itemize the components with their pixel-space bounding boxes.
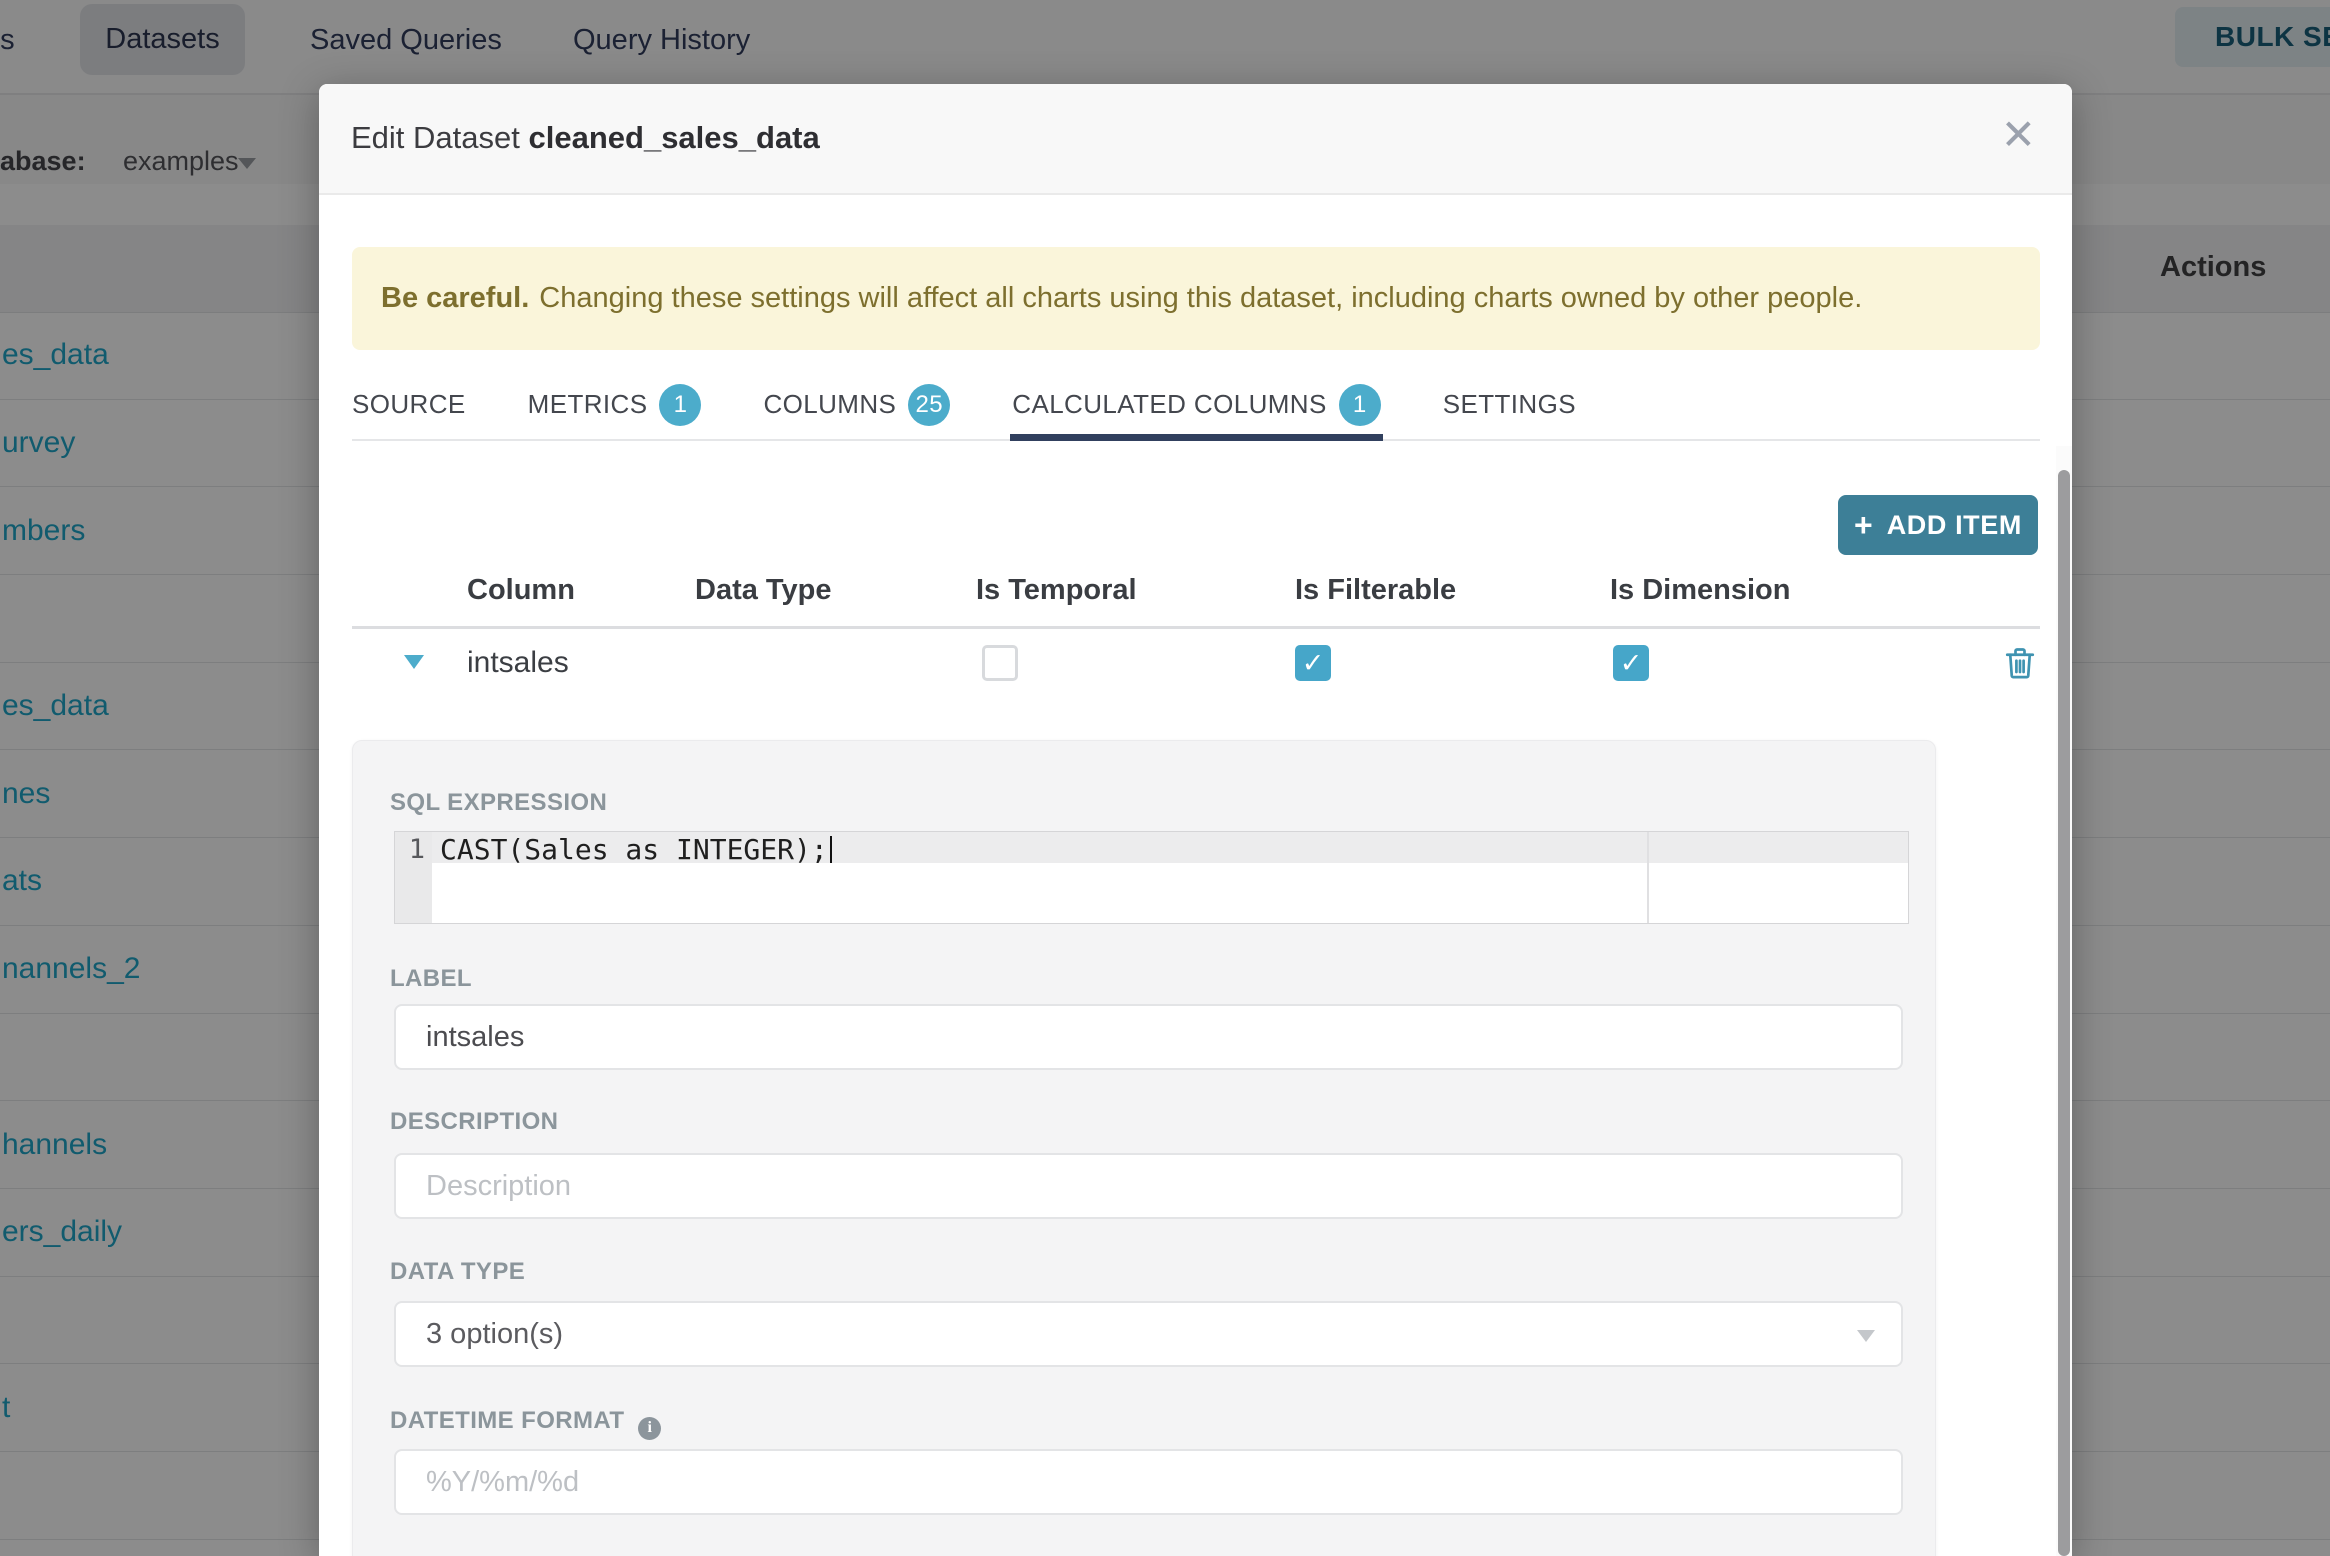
label-input[interactable] bbox=[394, 1004, 1903, 1070]
modal-scrollbar-track[interactable] bbox=[2056, 446, 2072, 1556]
modal-title-prefix: Edit Dataset bbox=[351, 120, 520, 155]
table-header-divider bbox=[352, 626, 2040, 629]
editor-gutter: 1 bbox=[395, 832, 432, 923]
column-detail-panel: SQL EXPRESSION 1 CAST(Sales as INTEGER);… bbox=[352, 740, 1936, 1556]
tab-settings[interactable]: SETTINGS bbox=[1443, 370, 1576, 439]
sql-code-line: CAST(Sales as INTEGER); bbox=[440, 833, 832, 866]
tab-source[interactable]: SOURCE bbox=[352, 370, 466, 439]
info-icon[interactable]: i bbox=[638, 1416, 662, 1440]
warning-banner: Be careful. Changing these settings will… bbox=[352, 247, 2040, 350]
plus-icon: + bbox=[1854, 507, 1873, 543]
is-filterable-header: Is Filterable bbox=[1295, 574, 1457, 606]
sql-expression-editor[interactable]: 1 CAST(Sales as INTEGER); bbox=[394, 831, 1909, 924]
delete-trash-icon[interactable] bbox=[2002, 644, 2038, 682]
calculated-columns-table: Column Data Type Is Temporal Is Filterab… bbox=[352, 564, 2040, 740]
description-input[interactable] bbox=[394, 1153, 1903, 1219]
editor-print-margin bbox=[1647, 832, 1649, 923]
tab-settings-label: SETTINGS bbox=[1442, 389, 1576, 419]
edit-dataset-modal: Edit Dataset cleaned_sales_data ✕ Be car… bbox=[319, 84, 2072, 1556]
column-name-cell: intsales bbox=[467, 646, 569, 679]
description-field-label: DESCRIPTION bbox=[390, 1108, 559, 1135]
tab-metrics[interactable]: METRICS 1 bbox=[528, 370, 702, 439]
tab-metrics-label: METRICS bbox=[527, 389, 648, 419]
add-item-button[interactable]: + ADD ITEM bbox=[1838, 495, 2038, 555]
add-item-label: ADD ITEM bbox=[1886, 509, 2022, 540]
warning-banner-lead: Be careful. bbox=[381, 282, 530, 314]
data-type-field-label: DATA TYPE bbox=[390, 1258, 526, 1285]
label-field-label: LABEL bbox=[390, 965, 472, 992]
is-dimension-header: Is Dimension bbox=[1610, 574, 1791, 606]
datetime-format-input[interactable] bbox=[394, 1449, 1903, 1515]
datetime-format-field-label: DATETIME FORMAT i bbox=[390, 1407, 662, 1440]
tab-source-label: SOURCE bbox=[352, 389, 466, 419]
modal-title: Edit Dataset cleaned_sales_data bbox=[351, 120, 820, 156]
data-type-header: Data Type bbox=[695, 574, 832, 606]
modal-header: Edit Dataset cleaned_sales_data ✕ bbox=[319, 84, 2072, 195]
sql-expression-label: SQL EXPRESSION bbox=[390, 789, 608, 816]
modal-scrollbar-thumb[interactable] bbox=[2058, 470, 2070, 1556]
tab-columns-label: COLUMNS bbox=[763, 389, 897, 419]
data-type-select[interactable]: 3 option(s) bbox=[394, 1301, 1903, 1367]
metrics-count-badge: 1 bbox=[659, 383, 702, 426]
select-caret-down-icon bbox=[1857, 1330, 1875, 1342]
text-cursor bbox=[829, 836, 832, 863]
calculated-columns-count-badge: 1 bbox=[1338, 383, 1381, 426]
sql-code-text: CAST(Sales as INTEGER); bbox=[440, 833, 828, 866]
is-temporal-header: Is Temporal bbox=[976, 574, 1137, 606]
check-icon: ✓ bbox=[1619, 647, 1643, 678]
warning-banner-text: Changing these settings will affect all … bbox=[539, 282, 1863, 314]
columns-count-badge: 25 bbox=[908, 383, 951, 426]
is-temporal-checkbox[interactable] bbox=[982, 645, 1018, 681]
check-icon: ✓ bbox=[1301, 647, 1325, 678]
datetime-format-label-text: DATETIME FORMAT bbox=[390, 1407, 625, 1434]
screen: es Datasets Saved Queries Query History … bbox=[0, 0, 2330, 1556]
tab-calculated-columns[interactable]: CALCULATED COLUMNS 1 bbox=[1010, 370, 1384, 441]
is-filterable-checkbox[interactable]: ✓ bbox=[1295, 645, 1331, 681]
close-icon[interactable]: ✕ bbox=[2001, 114, 2036, 156]
modal-tabs: SOURCE METRICS 1 COLUMNS 25 CALCULATED C… bbox=[352, 370, 2040, 441]
is-dimension-checkbox[interactable]: ✓ bbox=[1613, 645, 1649, 681]
modal-title-dataset-name: cleaned_sales_data bbox=[528, 120, 820, 155]
column-header: Column bbox=[467, 574, 575, 606]
tab-calculated-columns-label: CALCULATED COLUMNS bbox=[1012, 389, 1327, 419]
data-type-selected-value: 3 option(s) bbox=[426, 1317, 564, 1350]
row-expand-caret-icon[interactable] bbox=[404, 655, 424, 669]
tab-columns[interactable]: COLUMNS 25 bbox=[763, 370, 951, 439]
